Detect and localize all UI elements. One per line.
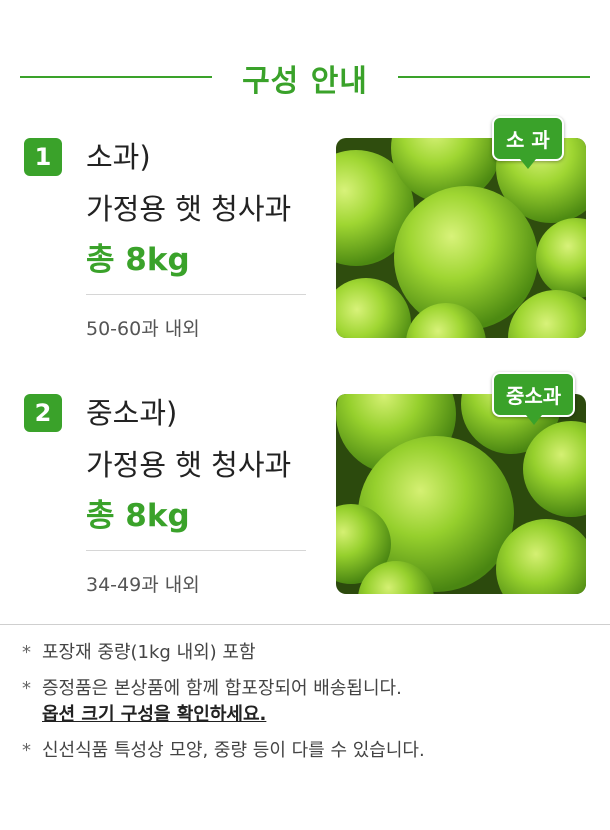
option-size-name: 소과) [86, 140, 151, 174]
notes-list: * 포장재 중량(1kg 내외) 포함 * 증정품은 본상품에 함께 합포장되어… [22, 640, 592, 774]
option-total-weight: 총 8kg [86, 242, 190, 278]
size-badge: 소 과 [492, 116, 564, 169]
option-total-weight: 총 8kg [86, 498, 190, 534]
section-header: 구성 안내 [0, 56, 610, 100]
note-item: * 신선식품 특성상 모양, 중량 등이 다를 수 있습니다. [22, 738, 592, 764]
option-fruit-count: 50-60과 내외 [86, 318, 200, 340]
notes-divider [0, 624, 610, 625]
asterisk-icon: * [22, 678, 31, 699]
option-description: 가정용 햇 청사과 [86, 192, 292, 226]
note-text: 증정품은 본상품에 함께 합포장되어 배송됩니다. [42, 678, 402, 699]
option-divider [86, 550, 306, 551]
section-title: 구성 안내 [242, 64, 368, 99]
header-line-right [398, 76, 590, 78]
note-emphasis: 옵션 크기 구성을 확인하세요. [42, 704, 267, 725]
note-text: 포장재 중량(1kg 내외) 포함 [42, 642, 256, 663]
option-divider [86, 294, 306, 295]
note-text: 신선식품 특성상 모양, 중량 등이 다를 수 있습니다. [42, 740, 425, 761]
option-size-name: 중소과) [86, 396, 178, 430]
size-badge: 중소과 [492, 372, 576, 425]
header-line-left [20, 76, 212, 78]
green-apple-photo [336, 138, 586, 338]
option-number-badge: 1 [24, 138, 62, 176]
option-description: 가정용 햇 청사과 [86, 448, 292, 482]
note-item: * 포장재 중량(1kg 내외) 포함 [22, 640, 592, 666]
green-apple-photo [336, 394, 586, 594]
option-number-badge: 2 [24, 394, 62, 432]
asterisk-icon: * [22, 642, 31, 663]
note-item: * 증정품은 본상품에 함께 합포장되어 배송됩니다. 옵션 크기 구성을 확인… [22, 676, 592, 728]
option-fruit-count: 34-49과 내외 [86, 574, 200, 596]
asterisk-icon: * [22, 740, 31, 761]
